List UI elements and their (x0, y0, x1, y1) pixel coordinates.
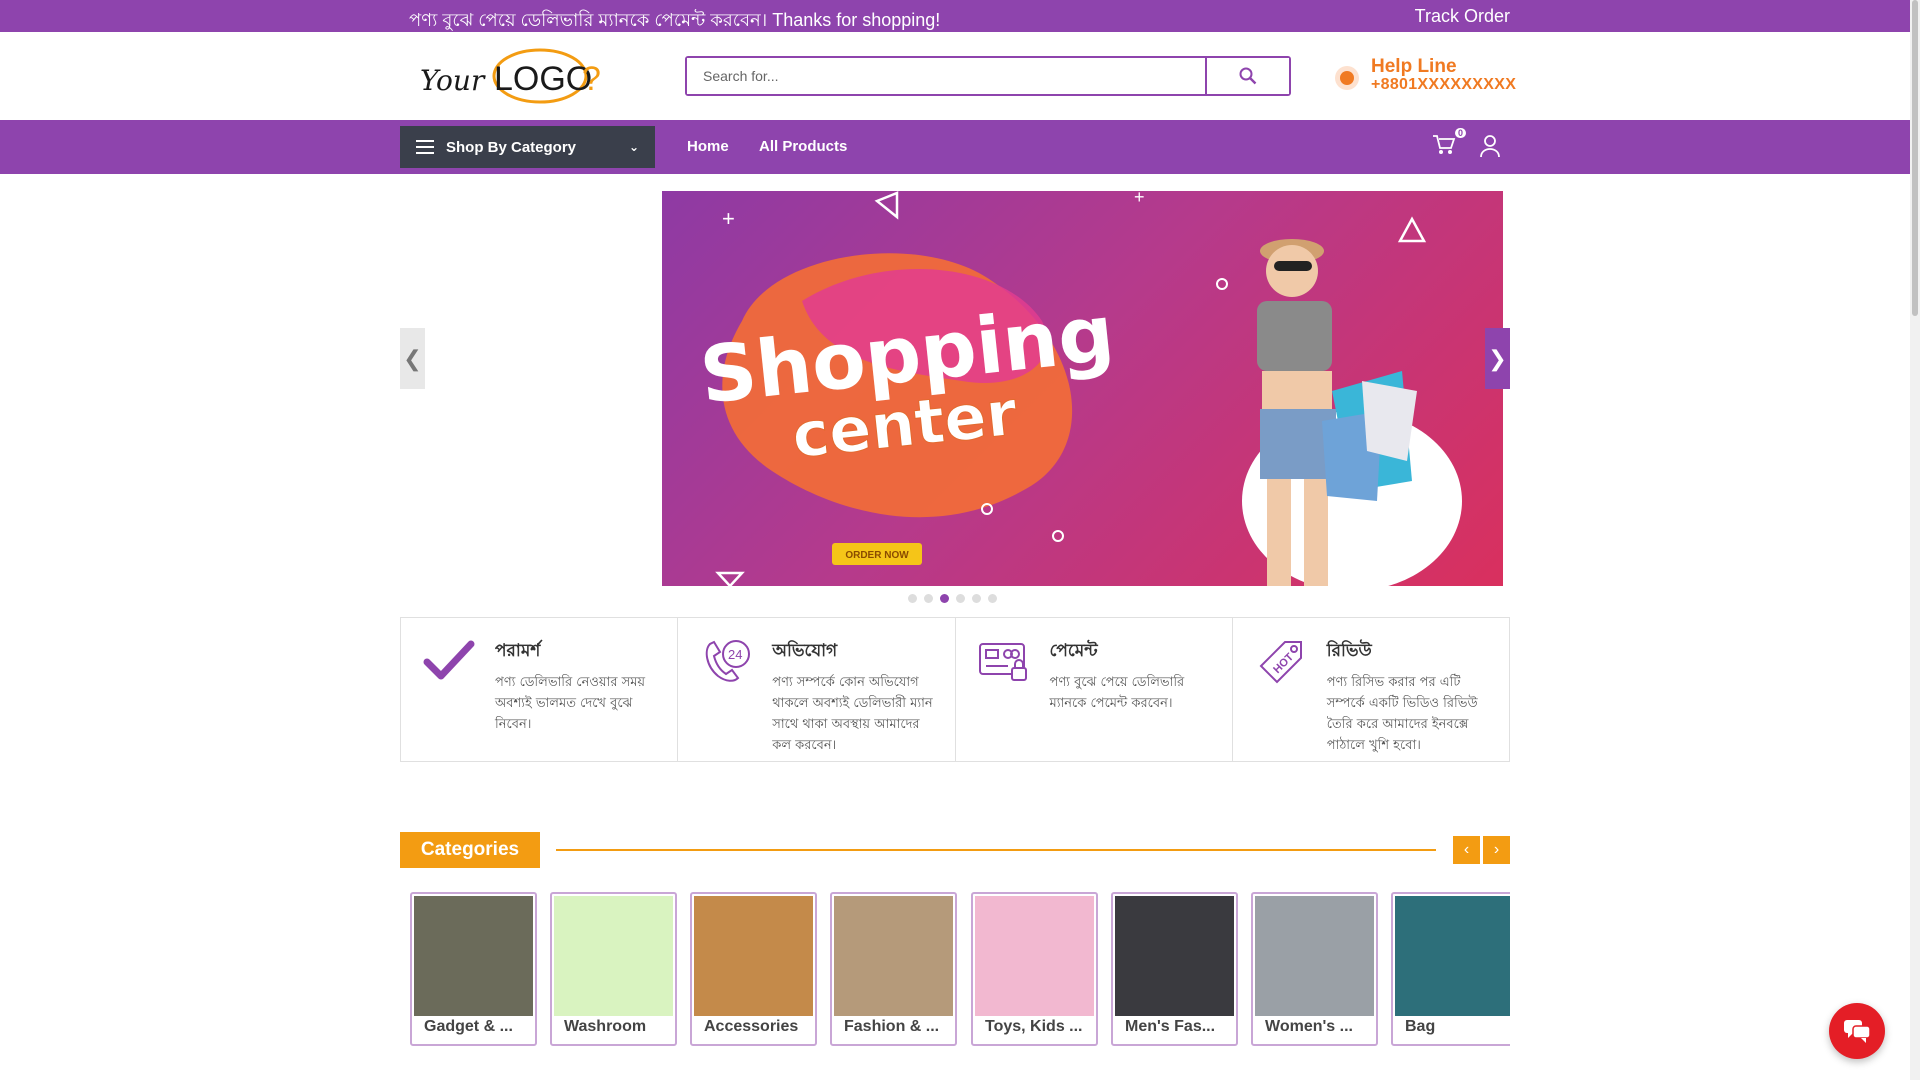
helpline-title: Help Line (1371, 56, 1457, 77)
slider-dot[interactable] (924, 594, 933, 603)
search-icon (1239, 67, 1257, 85)
category-card[interactable]: Accessories (690, 892, 817, 1046)
slider-dot[interactable] (972, 594, 981, 603)
category-image (1115, 896, 1234, 1016)
scrollbar[interactable] (1910, 0, 1920, 1080)
feature-title: অভিযোগ (772, 641, 838, 661)
feature-text: পণ্য বুঝে পেয়ে ডেলিভারি ম্যানকে পেমেন্ট… (1049, 675, 1185, 711)
payment-card-icon (978, 636, 1030, 688)
categories-next-button[interactable]: › (1483, 836, 1510, 864)
category-image (554, 896, 673, 1016)
category-name: Washroom (564, 1018, 647, 1035)
category-image (1255, 896, 1374, 1016)
shop-by-category-button[interactable]: Shop By Category ⌄ (400, 126, 655, 168)
category-card[interactable]: Fashion & ... (830, 892, 957, 1046)
hot-tag-icon: HOT (1255, 636, 1307, 688)
category-card[interactable]: Women's ... (1251, 892, 1378, 1046)
announcement-bar: পণ্য বুঝে পেয়ে ডেলিভারি ম্যানকে পেমেন্ট… (0, 0, 1910, 32)
order-now-button: ORDER NOW (845, 550, 909, 561)
feature-title: রিভিউ (1326, 641, 1372, 661)
svg-text:+: + (722, 206, 735, 231)
feature-text: পণ্য সম্পর্কে কোন অভিযোগ থাকলে অবশ্যই ডে… (772, 675, 933, 753)
category-name: Fashion & ... (844, 1018, 940, 1035)
features-row: পরামর্শ পণ্য ডেলিভারি নেওয়ার সময় অবশ্য… (400, 617, 1510, 762)
nav-all-products[interactable]: All Products (759, 138, 847, 155)
feature-payment: পেমেন্ট পণ্য বুঝে পেয়ে ডেলিভারি ম্যানকে… (956, 618, 1233, 761)
categories-heading: Categories (400, 832, 540, 868)
chat-button[interactable] (1829, 1003, 1885, 1059)
search-input[interactable] (687, 58, 1205, 94)
track-order-link[interactable]: Track Order (1415, 6, 1510, 27)
support-24-icon: 24 (700, 636, 752, 688)
chat-icon (1844, 1020, 1871, 1043)
search-bar (685, 56, 1291, 96)
scrollbar-thumb[interactable] (1912, 0, 1918, 316)
slider-next-button[interactable]: ❯ (1485, 328, 1510, 389)
category-image (414, 896, 533, 1016)
site-logo[interactable]: Your LOGO ? (418, 46, 638, 110)
search-button[interactable] (1205, 58, 1289, 94)
cart-icon (1433, 135, 1456, 154)
category-name: Bag (1405, 1018, 1436, 1035)
helpline[interactable]: Help Line +8801XXXXXXXXX (1335, 56, 1517, 96)
menu-icon (416, 140, 434, 154)
feature-advice: পরামর্শ পণ্য ডেলিভারি নেওয়ার সময় অবশ্য… (401, 618, 679, 761)
cart-button[interactable]: 0 (1432, 128, 1466, 160)
svg-text:+: + (1134, 191, 1145, 207)
svg-text:Your: Your (420, 64, 486, 97)
cart-count-badge: 0 (1454, 128, 1466, 138)
svg-text:LOGO: LOGO (494, 60, 592, 98)
hero-banner[interactable]: + + Shopping center ORDER NOW (662, 191, 1503, 586)
categories-divider (556, 849, 1436, 851)
chevron-down-icon: ⌄ (628, 140, 639, 154)
feature-complaint: 24 অভিযোগ পণ্য সম্পর্কে কোন অভিযোগ থাকলে… (678, 618, 956, 761)
slider-dots (908, 594, 997, 603)
category-image (694, 896, 813, 1016)
account-button[interactable] (1479, 134, 1503, 160)
svg-text:HOT: HOT (1271, 651, 1296, 676)
category-card[interactable]: Bag (1391, 892, 1510, 1046)
categories-header: Categories ‹ › (400, 832, 1510, 868)
site-header: Your LOGO ? Help Line +8801XXXXXXXXX (0, 32, 1910, 120)
categories-prev-button[interactable]: ‹ (1453, 836, 1480, 864)
categories-carousel: Gadget & ... Washroom Accessories Fashio… (410, 892, 1510, 1047)
feature-text: পণ্য ডেলিভারি নেওয়ার সময় অবশ্যই ভালমত … (495, 675, 646, 732)
slider-dot[interactable] (988, 594, 997, 603)
category-image (975, 896, 1094, 1016)
category-name: Men's Fas... (1125, 1018, 1216, 1035)
feature-title: পরামর্শ (495, 641, 541, 661)
category-name: Women's ... (1265, 1018, 1353, 1035)
nav-home[interactable]: Home (687, 138, 729, 155)
feature-title: পেমেন্ট (1049, 641, 1098, 661)
category-card[interactable]: Men's Fas... (1111, 892, 1238, 1046)
feature-review: HOT রিভিউ পণ্য রিসিভ করার পর এটি সম্পর্ক… (1233, 618, 1509, 761)
shop-by-category-label: Shop By Category (446, 138, 577, 156)
category-card[interactable]: Gadget & ... (410, 892, 537, 1046)
category-image (834, 896, 953, 1016)
feature-text: পণ্য রিসিভ করার পর এটি সম্পর্কে একটি ভিড… (1326, 675, 1478, 753)
slider-prev-button[interactable]: ❮ (400, 328, 425, 389)
check-icon (423, 636, 475, 688)
slider-dot[interactable] (908, 594, 917, 603)
user-icon (1480, 135, 1500, 158)
category-name: Toys, Kids ... (985, 1018, 1083, 1035)
slider-dot-active[interactable] (940, 594, 949, 603)
helpline-phone: +8801XXXXXXXXX (1371, 76, 1517, 93)
category-image (1395, 896, 1510, 1016)
category-card[interactable]: Toys, Kids ... (971, 892, 1098, 1046)
svg-text:24: 24 (728, 647, 742, 662)
phone-icon (1335, 66, 1359, 90)
main-navbar: Shop By Category ⌄ Home All Products 0 (0, 120, 1910, 174)
category-name: Gadget & ... (424, 1018, 513, 1035)
svg-text:?: ? (582, 60, 601, 98)
slider-dot[interactable] (956, 594, 965, 603)
category-card[interactable]: Washroom (550, 892, 677, 1046)
category-name: Accessories (704, 1018, 799, 1035)
